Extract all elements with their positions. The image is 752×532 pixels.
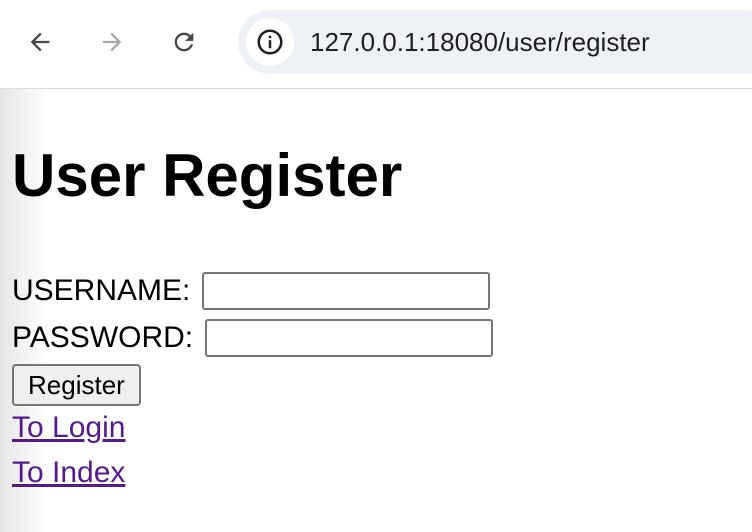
reload-button[interactable]: [164, 22, 204, 62]
reload-icon: [174, 32, 194, 52]
info-circle-icon: [257, 29, 283, 55]
username-label: USERNAME:: [12, 274, 191, 307]
username-row: USERNAME:: [12, 270, 491, 312]
site-info-button[interactable]: [246, 18, 294, 66]
browser-toolbar: 127.0.0.1:18080/user/register: [0, 0, 752, 89]
username-input[interactable]: [202, 272, 491, 310]
address-bar[interactable]: 127.0.0.1:18080/user/register: [238, 10, 752, 74]
to-login-link[interactable]: To Login: [12, 411, 125, 445]
to-index-link[interactable]: To Index: [12, 456, 125, 490]
arrow-right-icon: [102, 32, 122, 52]
page-title: User Register: [12, 142, 403, 209]
arrow-left-icon: [30, 32, 50, 52]
url-text[interactable]: 127.0.0.1:18080/user/register: [310, 27, 650, 58]
password-input[interactable]: [205, 319, 494, 357]
forward-button[interactable]: [92, 22, 132, 62]
register-button[interactable]: Register: [12, 364, 141, 406]
password-row: PASSWORD:: [12, 317, 494, 359]
password-label: PASSWORD:: [12, 321, 194, 354]
back-button[interactable]: [20, 22, 60, 62]
